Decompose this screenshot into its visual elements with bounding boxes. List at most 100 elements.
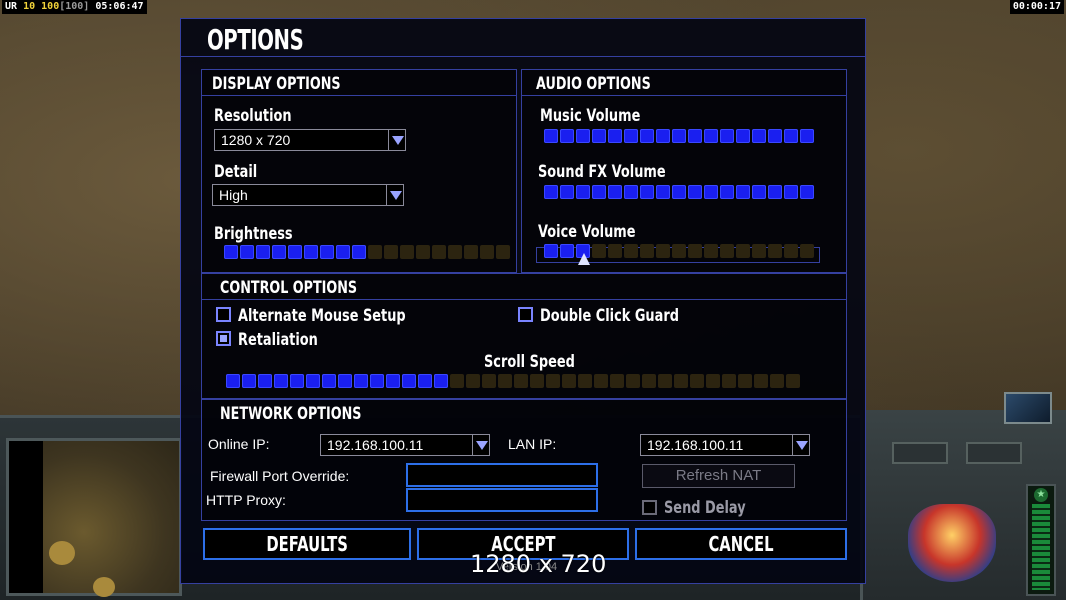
chevron-down-icon[interactable] bbox=[388, 129, 406, 151]
slider-segment bbox=[656, 185, 670, 199]
slider-segment bbox=[338, 374, 352, 388]
cancel-button-label: CANCEL bbox=[708, 532, 774, 556]
slider-segment bbox=[640, 129, 654, 143]
slider-segment bbox=[642, 374, 656, 388]
chevron-down-icon[interactable] bbox=[386, 184, 404, 206]
readout-a: 10 bbox=[23, 1, 36, 12]
slider-segment bbox=[304, 245, 318, 259]
slider-segment bbox=[720, 185, 734, 199]
slider-segment bbox=[704, 185, 718, 199]
slider-segment bbox=[592, 129, 606, 143]
slider-segment bbox=[688, 129, 702, 143]
refresh-nat-button[interactable]: Refresh NAT bbox=[642, 464, 795, 488]
defaults-button[interactable]: DEFAULTS bbox=[203, 528, 411, 560]
slider-segment bbox=[530, 374, 544, 388]
slider-segment bbox=[800, 185, 814, 199]
hud-tab-left[interactable] bbox=[892, 442, 948, 464]
slider-segment bbox=[274, 374, 288, 388]
brightness-label: Brightness bbox=[214, 224, 293, 244]
slider-segment bbox=[498, 374, 512, 388]
unit-portrait[interactable] bbox=[1004, 392, 1052, 424]
side-panel: ★ bbox=[860, 410, 1066, 600]
slider-segment bbox=[624, 244, 638, 258]
slider-segment bbox=[466, 374, 480, 388]
game-clock: 05:06:47 bbox=[95, 1, 144, 12]
slider-segment bbox=[224, 245, 238, 259]
resource-readout: UR 10 100[100] 05:06:47 bbox=[2, 0, 147, 14]
slider-segment bbox=[514, 374, 528, 388]
slider-segment bbox=[432, 245, 446, 259]
slider-segment bbox=[578, 374, 592, 388]
elapsed-time: 00:00:17 bbox=[1009, 0, 1064, 14]
sound-fx-volume-slider[interactable] bbox=[544, 185, 814, 199]
send-delay-checkbox[interactable] bbox=[642, 500, 657, 515]
power-fill bbox=[1032, 504, 1050, 590]
detail-select[interactable]: High bbox=[212, 184, 404, 206]
slider-segment bbox=[352, 245, 366, 259]
audio-options-header: AUDIO OPTIONS bbox=[522, 70, 846, 96]
control-options-panel: CONTROL OPTIONS Alternate Mouse Setup Do… bbox=[201, 273, 847, 399]
cancel-button[interactable]: CANCEL bbox=[635, 528, 847, 560]
slider-segment bbox=[560, 185, 574, 199]
slider-segment bbox=[704, 244, 718, 258]
slider-segment bbox=[720, 244, 734, 258]
http-proxy-input[interactable] bbox=[406, 488, 598, 512]
detail-label: Detail bbox=[214, 162, 258, 182]
slider-segment bbox=[242, 374, 256, 388]
firewall-port-input[interactable] bbox=[406, 463, 598, 487]
slider-segment bbox=[610, 374, 624, 388]
audio-options-title: AUDIO OPTIONS bbox=[536, 74, 651, 94]
slider-segment bbox=[258, 374, 272, 388]
slider-segment bbox=[656, 244, 670, 258]
hud-tab-ranks[interactable] bbox=[966, 442, 1022, 464]
retaliation-checkbox[interactable] bbox=[216, 331, 231, 346]
slider-segment bbox=[544, 244, 558, 258]
resolution-caption: 1280 x 720 bbox=[470, 550, 607, 578]
double-click-guard-checkbox[interactable] bbox=[518, 307, 533, 322]
slider-segment bbox=[482, 374, 496, 388]
slider-segment bbox=[496, 245, 510, 259]
alternate-mouse-checkbox[interactable] bbox=[216, 307, 231, 322]
slider-segment bbox=[674, 374, 688, 388]
slider-segment bbox=[336, 245, 350, 259]
slider-segment bbox=[736, 185, 750, 199]
slider-segment bbox=[384, 245, 398, 259]
resolution-select[interactable]: 1280 x 720 bbox=[214, 129, 406, 151]
audio-options-panel: AUDIO OPTIONS Music Volume Sound FX Volu… bbox=[521, 69, 847, 273]
retaliation-label: Retaliation bbox=[238, 330, 318, 350]
slider-segment bbox=[800, 129, 814, 143]
slider-segment bbox=[562, 374, 576, 388]
slider-segment bbox=[768, 244, 782, 258]
slider-segment bbox=[640, 244, 654, 258]
slider-segment bbox=[592, 185, 606, 199]
slider-thumb-icon[interactable] bbox=[578, 253, 590, 265]
slider-segment bbox=[576, 185, 590, 199]
slider-segment bbox=[722, 374, 736, 388]
minimap[interactable] bbox=[6, 438, 182, 597]
slider-segment bbox=[544, 185, 558, 199]
display-options-header: DISPLAY OPTIONS bbox=[202, 70, 516, 96]
slider-segment bbox=[624, 185, 638, 199]
slider-segment bbox=[416, 245, 430, 259]
faction-emblem-icon bbox=[908, 504, 996, 582]
chevron-down-icon[interactable] bbox=[472, 434, 490, 456]
dialog-title: OPTIONS bbox=[207, 23, 304, 56]
lan-ip-label: LAN IP: bbox=[508, 436, 557, 452]
online-ip-select[interactable]: 192.168.100.11 bbox=[320, 434, 490, 456]
scroll-speed-slider[interactable] bbox=[226, 374, 800, 388]
resolution-label: Resolution bbox=[214, 106, 292, 126]
slider-segment bbox=[688, 244, 702, 258]
readout-c: [100] bbox=[59, 1, 90, 12]
music-volume-slider[interactable] bbox=[544, 129, 814, 143]
readout-prefix: UR bbox=[5, 1, 18, 12]
slider-segment bbox=[672, 185, 686, 199]
lan-ip-select[interactable]: 192.168.100.11 bbox=[640, 434, 810, 456]
slider-segment bbox=[480, 245, 494, 259]
slider-segment bbox=[418, 374, 432, 388]
minimap-structure bbox=[49, 541, 75, 565]
brightness-slider[interactable] bbox=[224, 245, 510, 259]
chevron-down-icon[interactable] bbox=[792, 434, 810, 456]
send-delay-label: Send Delay bbox=[664, 498, 746, 518]
slider-segment bbox=[624, 129, 638, 143]
slider-segment bbox=[768, 185, 782, 199]
